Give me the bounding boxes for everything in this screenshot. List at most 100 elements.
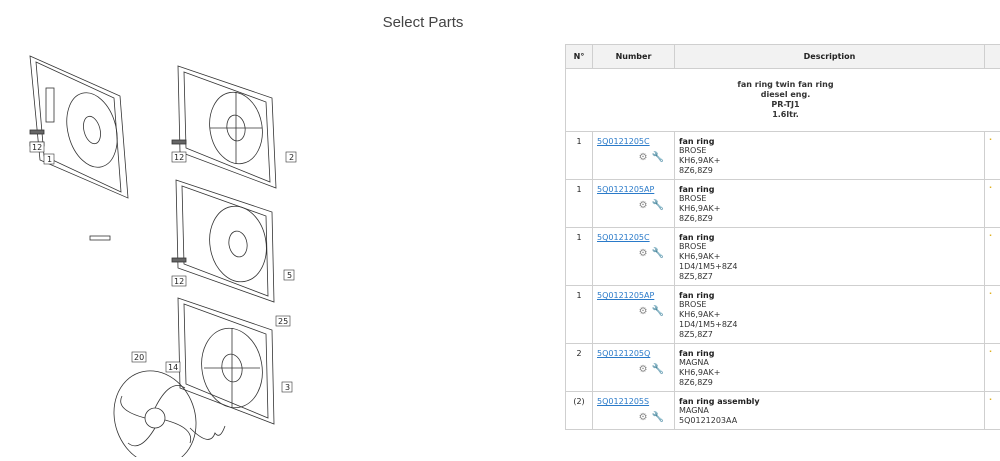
wrench-icon[interactable]: 🔧 [652,248,664,259]
part-detail: KH6,9AK+ [679,156,980,166]
marker-dot: · [989,289,992,298]
header-number: Number [593,45,675,69]
group-row: fan ring twin fan ring diesel eng. PR-TJ… [566,69,1000,132]
callout-12c[interactable]: 12 [174,277,184,286]
row-number-cell: 5Q0121205C⚙🔧 [593,132,675,180]
part-detail: KH6,9AK+ [679,204,980,214]
row-icons: ⚙🔧 [597,412,670,423]
row-index: 1 [566,132,593,180]
part-detail: 8Z6,8Z9 [679,214,980,224]
table-row[interactable]: 15Q0121205C⚙🔧fan ringBROSEKH6,9AK+8Z6,8Z… [566,132,1000,180]
callout-12a[interactable]: 12 [32,143,42,152]
part-detail: KH6,9AK+ [679,368,980,378]
part-detail: KH6,9AK+ [679,252,980,262]
gear-icon[interactable]: ⚙ [639,306,648,317]
part-detail: MAGNA [679,358,980,368]
part-detail: KH6,9AK+ [679,310,980,320]
fan-frame-1 [30,56,128,198]
callout-12b[interactable]: 12 [174,153,184,162]
marker-dot: · [989,395,992,404]
parts-table: N° Number Description fan ring twin fan … [565,44,1000,430]
part-detail: 8Z5,8Z7 [679,272,980,282]
marker-dot: · [989,135,992,144]
callout-2[interactable]: 2 [289,153,294,162]
part-number-link[interactable]: 5Q0121205Q [597,349,670,358]
row-number-cell: 5Q0121205Q ⚙ 🔧 [593,344,675,392]
marker-dot: · [989,347,992,356]
table-row[interactable]: 1 5Q0121205AP ⚙ 🔧 fan ringBROSEKH6,9AK+8Z6,8… [566,180,1000,228]
part-number-link[interactable]: 5Q0121205S [597,397,670,406]
row-icons: ⚙🔧 [597,248,670,259]
gear-icon[interactable]: ⚙ [639,200,648,211]
callout-25[interactable]: 25 [278,317,288,326]
parts-table-container[interactable]: N° Number Description fan ring twin fan … [565,44,1000,457]
row-marker-cell: · [985,286,1000,344]
row-description-cell: fan ringBROSEKH6,9AK+1D4/1M5+8Z48Z5,8Z7 [675,286,985,344]
part-detail: 8Z6,8Z9 [679,378,980,388]
part-title: fan ring [679,349,980,358]
callout-1[interactable]: 1 [47,155,52,164]
part-number-link[interactable]: 5Q0121205AP [597,185,670,194]
group-line: diesel eng. [570,90,1000,100]
header-n: N° [566,45,593,69]
header-extra [985,45,1000,69]
row-description-cell: fan ringBROSEKH6,9AK+8Z6,8Z9 [675,180,985,228]
row-description-cell: fan ring assemblyMAGNA5Q0121203AA [675,392,985,430]
row-icons: ⚙🔧 [597,152,670,163]
parts-diagram[interactable]: 12 1 12 2 12 5 25 20 14 3 [10,48,330,457]
part-number-link[interactable]: 5Q0121205C [597,233,670,242]
gear-icon[interactable]: ⚙ [639,152,648,163]
part-detail: BROSE [679,300,980,310]
part-detail: BROSE [679,146,980,156]
marker-dot: · [989,183,992,192]
callout-14[interactable]: 14 [168,363,178,372]
part-detail: 5Q0121203AA [679,416,980,426]
group-line: 1.6ltr. [570,110,1000,120]
part-title: fan ring [679,137,980,146]
row-number-cell: 5Q0121205C⚙🔧 [593,228,675,286]
part-title: fan ring [679,291,980,300]
group-line: fan ring twin fan ring [570,80,1000,90]
part-title: fan ring assembly [679,397,980,406]
row-number-cell: 5Q0121205AP ⚙ 🔧 [593,180,675,228]
table-row[interactable]: (2)5Q0121205S⚙🔧fan ring assemblyMAGNA5Q0… [566,392,1000,430]
part-title: fan ring [679,233,980,242]
fan-frame-2 [172,66,276,188]
header-description: Description [675,45,985,69]
row-description-cell: fan ringBROSEKH6,9AK+8Z6,8Z9 [675,132,985,180]
group-line: PR-TJ1 [570,100,1000,110]
part-detail: 8Z5,8Z7 [679,330,980,340]
part-detail: 1D4/1M5+8Z4 [679,320,980,330]
row-marker-cell: · [985,180,1000,228]
row-index: 1 [566,180,593,228]
row-marker-cell: · [985,344,1000,392]
wrench-icon[interactable]: 🔧 [652,200,664,211]
part-detail: BROSE [679,194,980,204]
row-icons: ⚙🔧 [597,306,670,317]
callout-20[interactable]: 20 [134,353,144,362]
gear-icon[interactable]: ⚙ [639,364,648,375]
table-row[interactable]: 15Q0121205AP⚙🔧fan ringBROSEKH6,9AK+1D4/1… [566,286,1000,344]
wrench-icon[interactable]: 🔧 [652,412,664,423]
wrench-icon[interactable]: 🔧 [652,152,664,163]
row-number-cell: 5Q0121205S⚙🔧 [593,392,675,430]
part-number-link[interactable]: 5Q0121205C [597,137,670,146]
table-header-row: N° Number Description [566,45,1000,69]
callout-5[interactable]: 5 [287,271,292,280]
wrench-icon[interactable]: 🔧 [652,364,664,375]
gear-icon[interactable]: ⚙ [639,248,648,259]
part-number-link[interactable]: 5Q0121205AP [597,291,670,300]
part-detail: MAGNA [679,406,980,416]
row-index: 2 [566,344,593,392]
callout-3[interactable]: 3 [285,383,290,392]
part-detail: 8Z6,8Z9 [679,166,980,176]
row-index: 1 [566,228,593,286]
table-row[interactable]: 2 5Q0121205Q ⚙ 🔧 fan ringMAGNAKH6,9AK+8Z6,8Z… [566,344,1000,392]
part-title: fan ring [679,185,980,194]
wrench-icon[interactable]: 🔧 [652,306,664,317]
gear-icon[interactable]: ⚙ [639,412,648,423]
table-row[interactable]: 15Q0121205C⚙🔧fan ringBROSEKH6,9AK+1D4/1M… [566,228,1000,286]
marker-dot: · [989,231,992,240]
page-title: Select Parts [0,14,846,31]
row-marker-cell: · [985,228,1000,286]
